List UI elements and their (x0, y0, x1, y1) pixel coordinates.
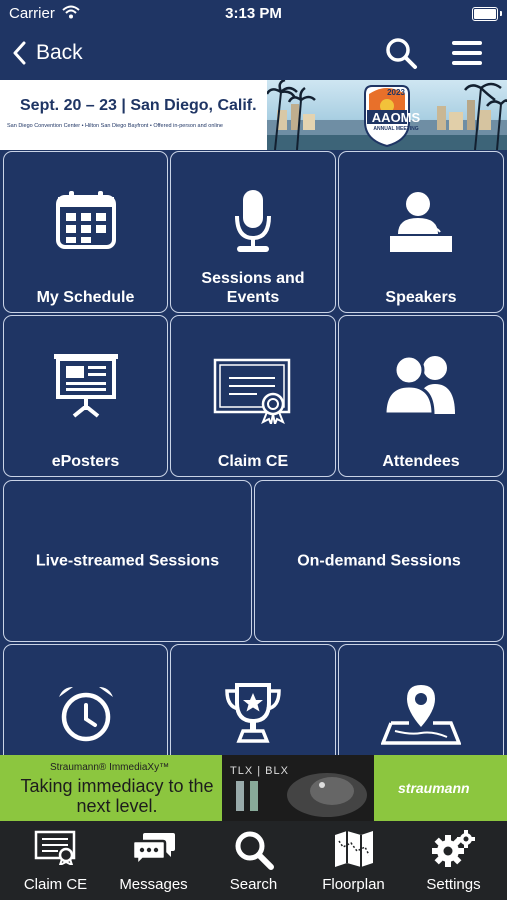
microphone-icon (235, 190, 271, 252)
chevron-left-icon (13, 41, 26, 65)
tab-label: Search (229, 876, 278, 893)
logo-year: 2023 (387, 88, 405, 97)
tile-label: Sessions and Events (201, 270, 305, 306)
gears-icon (431, 830, 475, 867)
people-icon (385, 354, 455, 416)
logo-subtext: ANNUAL MEETING (373, 126, 419, 132)
tile-label: On-demand Sessions (297, 552, 461, 570)
ad-tagline: Taking immediacy to the next level. (20, 776, 214, 816)
calendar-icon (55, 191, 116, 249)
search-icon[interactable] (384, 36, 418, 70)
tab-bar: Claim CE Messages Search Floorplan Setti… (0, 821, 507, 900)
tile-eposters[interactable]: ePosters (3, 315, 168, 477)
certificate-icon (34, 830, 75, 865)
tile-label: Live-streamed Sessions (35, 552, 220, 570)
back-label: Back (36, 41, 83, 64)
alarm-clock-icon (58, 687, 113, 742)
tab-search[interactable]: Search (203, 821, 304, 900)
event-banner[interactable]: Sept. 20 – 23 | San Diego, Calif. San Di… (0, 80, 507, 150)
map-icon (334, 831, 373, 867)
back-button[interactable]: Back (12, 38, 83, 68)
logo-text: AAOMS (371, 110, 421, 125)
tab-label: Floorplan (322, 876, 385, 893)
tile-label: Speakers (385, 289, 457, 306)
ad-brand-logo: straumann (398, 780, 470, 796)
tab-claim-ce[interactable]: Claim CE (5, 821, 106, 900)
battery-tip (500, 11, 502, 16)
tile-speakers[interactable]: Speakers (338, 151, 504, 313)
tile-label: Attendees (382, 453, 460, 470)
tile-on-demand-sessions[interactable]: On-demand Sessions (254, 480, 504, 642)
tile-label: ePosters (51, 453, 120, 470)
battery-icon (472, 7, 498, 21)
ad-brand-small: Straumann® ImmediaXy™ (50, 762, 170, 773)
clock: 3:13 PM (225, 5, 282, 22)
tab-label: Messages (119, 876, 188, 893)
map-pin-icon (381, 685, 461, 745)
presentation-board-icon (53, 354, 118, 418)
tab-settings[interactable]: Settings (403, 821, 504, 900)
search-icon (235, 831, 274, 870)
tab-label: Claim CE (23, 876, 88, 893)
banner-text-panel: Sept. 20 – 23 | San Diego, Calif. San Di… (0, 80, 267, 150)
ad-banner[interactable]: Straumann® ImmediaXy™ Taking immediacy t… (0, 755, 507, 821)
certificate-icon (213, 358, 291, 424)
tile-label: My Schedule (36, 289, 135, 306)
tile-sessions-events[interactable]: Sessions and Events (170, 151, 336, 313)
nav-bar: Back (0, 28, 507, 80)
status-bar: Carrier 3:13 PM (0, 0, 507, 28)
trophy-icon (225, 683, 281, 743)
menu-icon[interactable] (450, 38, 484, 68)
ad-models: TLX | BLX (230, 765, 289, 777)
tile-label: Claim CE (217, 453, 289, 470)
tab-label: Settings (426, 876, 481, 893)
tile-my-schedule[interactable]: My Schedule (3, 151, 168, 313)
ad-product-image: TLX | BLX (222, 755, 374, 821)
chat-bubbles-icon (131, 833, 175, 867)
tile-claim-ce[interactable]: Claim CE (170, 315, 336, 477)
event-venue: San Diego Convention Center • Hilton San… (7, 123, 223, 129)
tab-floorplan[interactable]: Floorplan (303, 821, 404, 900)
menu-grid: My Schedule Sessions and Events Speakers (0, 150, 507, 774)
tile-live-streamed-sessions[interactable]: Live-streamed Sessions (3, 480, 252, 642)
event-dates: Sept. 20 – 23 | San Diego, Calif. (20, 97, 257, 114)
tab-messages[interactable]: Messages (103, 821, 204, 900)
speaker-podium-icon (390, 192, 452, 252)
tile-attendees[interactable]: Attendees (338, 315, 504, 477)
